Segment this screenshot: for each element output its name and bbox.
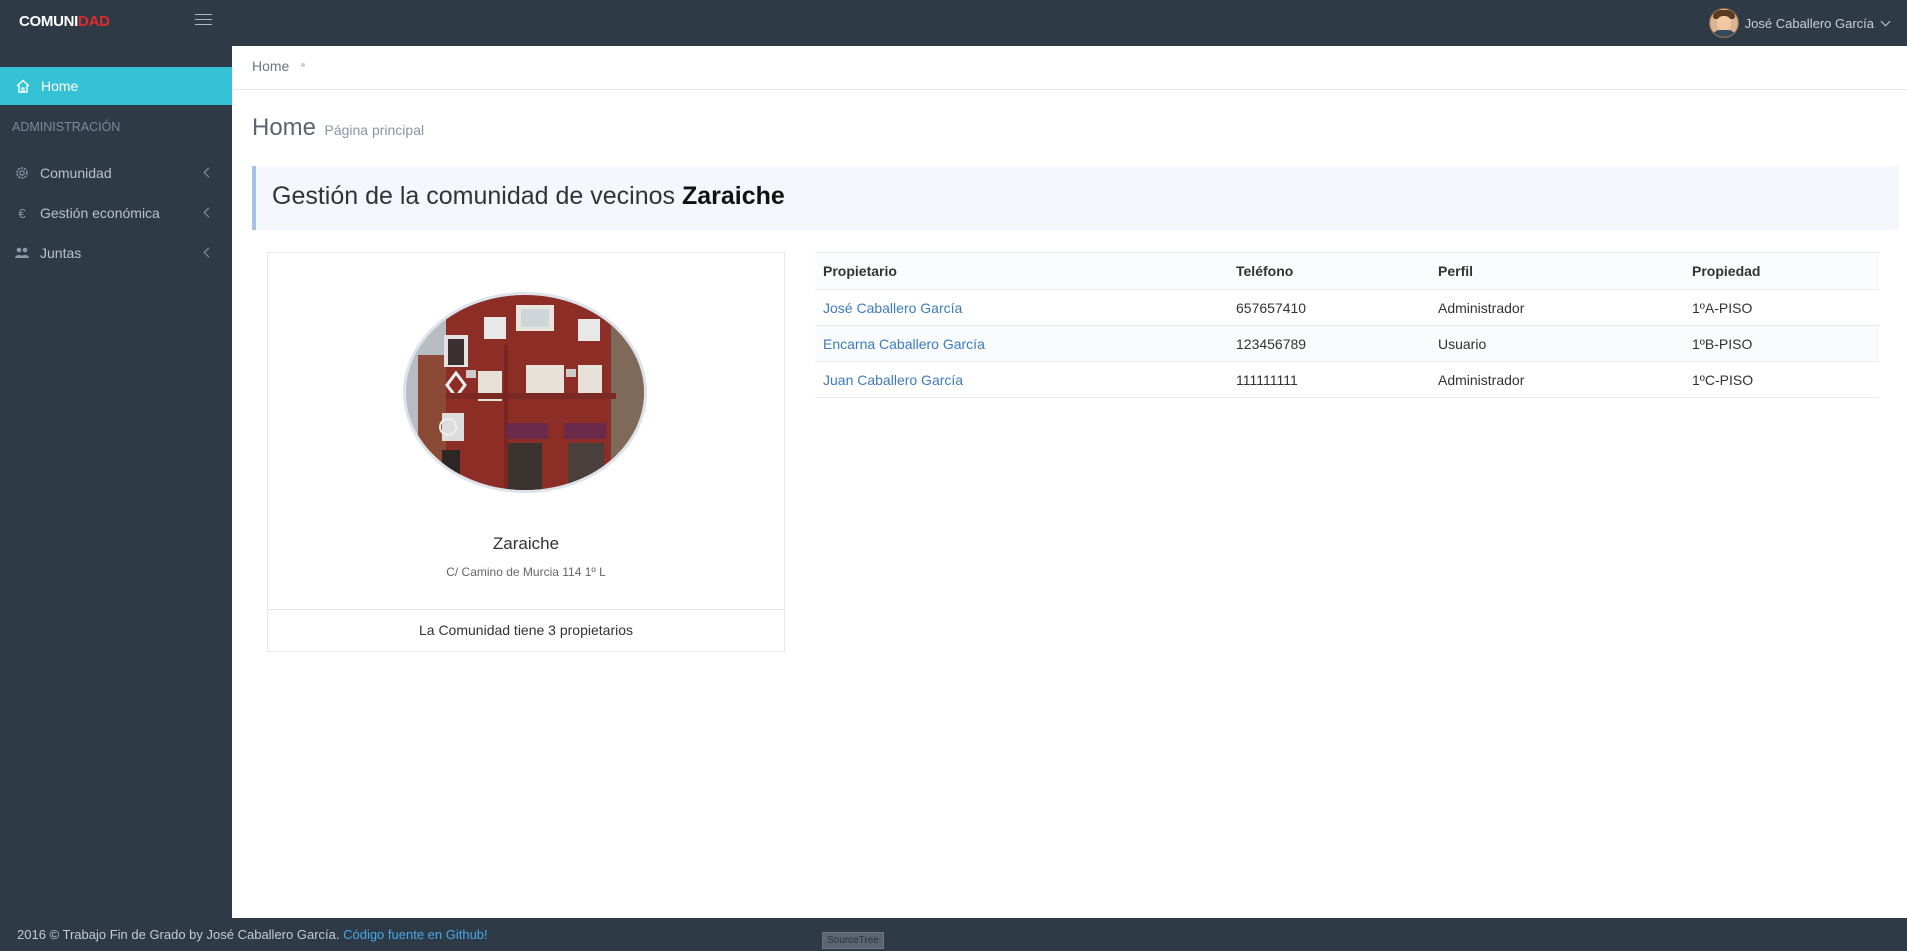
logo-text-main: COMUNI	[19, 13, 79, 30]
property-cell: 1ºB-PISO	[1684, 325, 1879, 362]
logo-text-accent: DAD	[78, 13, 110, 30]
sidebar-item-label: Comunidad	[40, 165, 112, 181]
chevron-left-icon	[203, 247, 214, 258]
euro-icon: €	[18, 205, 26, 221]
sidebar-item-home[interactable]: Home	[0, 67, 232, 105]
owners-count: La Comunidad tiene 3 propietarios	[268, 609, 784, 651]
table-row: Juan Caballero García 111111111 Administ…	[815, 361, 1879, 398]
table-header-row: Propietario Teléfono Perfil Propiedad	[815, 252, 1879, 290]
community-building-photo	[403, 292, 647, 493]
page-title-text: Home	[252, 114, 317, 141]
owner-link[interactable]: José Caballero García	[823, 300, 962, 316]
column-header-perfil[interactable]: Perfil	[1430, 252, 1684, 290]
sidebar-item-label: Gestión económica	[40, 205, 160, 221]
property-cell: 1ºA-PISO	[1684, 289, 1879, 326]
main-content: Home Home Página principal Gestión de la…	[232, 46, 1907, 918]
sidebar-section-header: ADMINISTRACIÓN	[12, 120, 121, 134]
user-name: José Caballero García	[1744, 15, 1874, 31]
sidebar-item-gestion-economica[interactable]: € Gestión económica	[0, 194, 232, 232]
sourcetree-overlay: SourceTree	[822, 932, 884, 949]
sidebar-item-label: Home	[41, 78, 79, 94]
sidebar-item-comunidad[interactable]: Comunidad	[0, 154, 232, 192]
page-title: Home Página principal	[252, 114, 424, 142]
column-header-propiedad[interactable]: Propiedad	[1684, 252, 1879, 290]
chevron-down-icon	[1880, 16, 1891, 26]
owner-link[interactable]: Encarna Caballero García	[823, 336, 985, 352]
footer-text: 2016 © Trabajo Fin de Grado by José Caba…	[17, 927, 488, 942]
community-name: Zaraiche	[492, 534, 560, 553]
sidebar: Home ADMINISTRACIÓN Comunidad € Gestión …	[0, 46, 232, 918]
breadcrumb-separator	[301, 63, 305, 67]
owner-link[interactable]: Juan Caballero García	[823, 372, 963, 388]
callout-text: Gestión de la comunidad de vecinos Zarai…	[272, 182, 785, 211]
property-cell: 1ºC-PISO	[1684, 361, 1879, 398]
home-icon	[16, 79, 30, 93]
building-image	[406, 295, 644, 490]
table-row: José Caballero García 657657410 Administ…	[815, 289, 1879, 326]
footer: 2016 © Trabajo Fin de Grado by José Caba…	[0, 918, 1907, 951]
community-address: C/ Camino de Murcia 114 1º L	[446, 565, 606, 579]
users-icon	[15, 247, 29, 258]
breadcrumb-home[interactable]: Home	[252, 58, 289, 74]
phone-cell: 111111111	[1228, 361, 1430, 398]
chevron-left-icon	[203, 207, 214, 218]
callout-prefix: Gestión de la comunidad de vecinos	[272, 182, 682, 210]
profile-cell: Administrador	[1430, 289, 1684, 326]
sidebar-item-juntas[interactable]: Juntas	[0, 234, 232, 272]
owner-cell: José Caballero García	[815, 289, 1228, 326]
owner-cell: Encarna Caballero García	[815, 325, 1228, 362]
breadcrumb: Home	[232, 46, 1907, 90]
footer-copyright: 2016 © Trabajo Fin de Grado by José Caba…	[17, 927, 344, 942]
table-row: Encarna Caballero García 123456789 Usuar…	[815, 325, 1879, 362]
gear-icon	[16, 167, 28, 179]
chevron-left-icon	[203, 167, 214, 178]
column-header-telefono[interactable]: Teléfono	[1228, 252, 1430, 290]
callout-community-name: Zaraiche	[681, 182, 785, 210]
owners-table: Propietario Teléfono Perfil Propiedad Jo…	[815, 252, 1879, 398]
user-menu[interactable]: José Caballero García	[1708, 8, 1891, 38]
sidebar-item-label: Juntas	[40, 245, 82, 261]
avatar	[1708, 8, 1739, 38]
sidebar-toggle-icon[interactable]	[195, 14, 212, 28]
column-header-propietario[interactable]: Propietario	[815, 252, 1228, 290]
phone-cell: 657657410	[1228, 289, 1430, 326]
community-card: Zaraiche C/ Camino de Murcia 114 1º L La…	[267, 252, 785, 652]
page-subtitle: Página principal	[324, 122, 425, 138]
app-logo[interactable]: COMUNIDAD	[19, 13, 110, 30]
profile-cell: Usuario	[1430, 325, 1684, 362]
profile-cell: Administrador	[1430, 361, 1684, 398]
github-link[interactable]: Código fuente en Github!	[343, 927, 488, 942]
phone-cell: 123456789	[1228, 325, 1430, 362]
community-callout: Gestión de la comunidad de vecinos Zarai…	[252, 166, 1899, 230]
owner-cell: Juan Caballero García	[815, 361, 1228, 398]
top-navbar: COMUNIDAD José Caballero García	[0, 0, 1907, 46]
